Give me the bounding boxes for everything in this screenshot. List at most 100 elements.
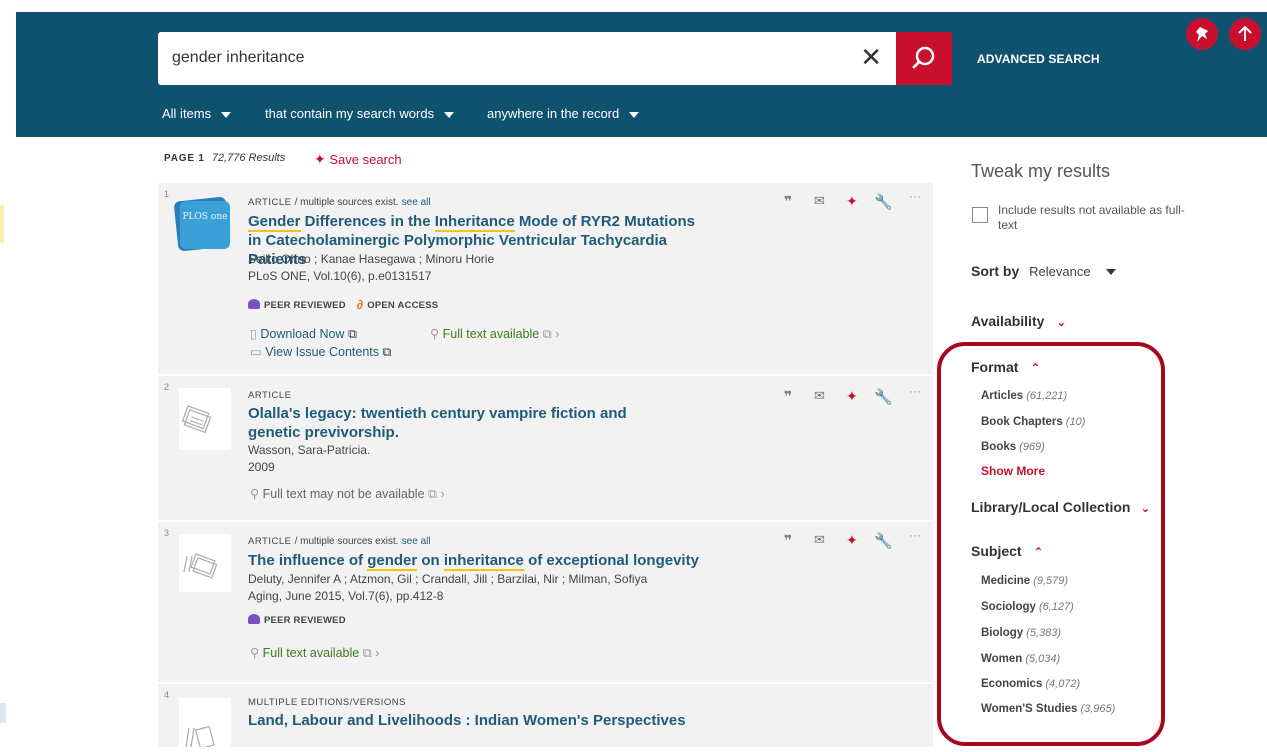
arrow-up-icon bbox=[1238, 25, 1252, 41]
results-count: 72,776 Results bbox=[211, 152, 286, 164]
result-authors: Seiko Ohno ; Kanae Hasegawa ; Minoru Hor… bbox=[248, 252, 495, 266]
left-edge-decoration bbox=[0, 703, 6, 723]
see-all-link[interactable]: see all bbox=[402, 536, 431, 547]
library-facet-toggle[interactable]: Library/Local Collection ⌄ bbox=[971, 499, 1150, 515]
advanced-search-link[interactable]: ADVANCED SEARCH bbox=[977, 52, 1100, 66]
facet-item-label: Economics bbox=[981, 678, 1043, 690]
facet-item-label: Articles bbox=[981, 390, 1024, 402]
wrench-icon[interactable]: 🔧 bbox=[874, 193, 893, 211]
show-more-link[interactable]: Show More bbox=[981, 464, 1045, 478]
include-unavailable-checkbox[interactable] bbox=[972, 207, 988, 223]
subject-label: Subject bbox=[971, 543, 1022, 559]
facet-item-articles[interactable]: Articles (61,221) bbox=[981, 390, 1067, 402]
multiple-sources-note: / multiple sources exist. bbox=[294, 197, 399, 208]
result-thumbnail[interactable] bbox=[174, 698, 234, 750]
cite-icon[interactable]: ❞ bbox=[784, 193, 792, 210]
facet-item-biology[interactable]: Biology (5,383) bbox=[981, 627, 1061, 639]
title-text: Differences in the bbox=[300, 213, 435, 230]
result-index: 1 bbox=[164, 189, 170, 199]
full-text-label: Full text may not be available bbox=[262, 487, 425, 501]
full-text-link[interactable]: ⚲ Full text available ⧉ › bbox=[250, 645, 379, 661]
email-icon[interactable]: ✉ bbox=[814, 532, 825, 548]
wrench-icon[interactable]: 🔧 bbox=[874, 388, 893, 406]
save-search-button[interactable]: ✦ Save search bbox=[314, 151, 402, 168]
result-title[interactable]: The influence of gender on inheritance o… bbox=[248, 551, 718, 571]
match-type-dropdown[interactable]: that contain my search words bbox=[265, 106, 455, 121]
result-badges: PEER REVIEWED bbox=[248, 614, 346, 626]
facet-item-label: Sociology bbox=[981, 601, 1036, 613]
result-title[interactable]: Olalla's legacy: twentieth century vampi… bbox=[248, 404, 678, 442]
search-scope-label: anywhere in the record bbox=[487, 106, 620, 121]
result-item: 2 ARTICLE Olalla's legacy: twentieth cen… bbox=[158, 376, 933, 520]
title-highlight: Inheritance bbox=[434, 213, 515, 232]
facet-item-books[interactable]: Books (969) bbox=[981, 441, 1045, 453]
result-title[interactable]: Land, Labour and Livelihoods : Indian Wo… bbox=[248, 711, 748, 730]
download-now-link[interactable]: ▯ Download Now ⧉ bbox=[250, 326, 357, 342]
subject-facet-toggle[interactable]: Subject ⌃ bbox=[971, 543, 1044, 559]
external-link-icon: ⧉ bbox=[428, 487, 437, 501]
result-thumbnail[interactable] bbox=[174, 388, 234, 450]
facet-item-womens-studies[interactable]: Women'S Studies (3,965) bbox=[981, 703, 1115, 715]
format-label: Format bbox=[971, 359, 1019, 375]
search-input[interactable]: gender inheritance ✕ bbox=[158, 32, 896, 85]
facet-item-label: Women'S Studies bbox=[981, 703, 1078, 715]
item-type-dropdown[interactable]: All items bbox=[162, 106, 232, 121]
facet-item-book-chapters[interactable]: Book Chapters (10) bbox=[981, 416, 1085, 428]
facet-item-economics[interactable]: Economics (4,072) bbox=[981, 678, 1080, 690]
result-thumbnail[interactable] bbox=[174, 534, 234, 592]
pin-icon bbox=[1196, 27, 1208, 42]
peer-reviewed-icon bbox=[248, 614, 260, 624]
result-type-label: MULTIPLE EDITIONS/VERSIONS bbox=[248, 697, 406, 708]
external-link-icon: ⧉ bbox=[362, 646, 372, 660]
open-access-icon: ∂ bbox=[356, 297, 364, 312]
facet-item-medicine[interactable]: Medicine (9,579) bbox=[981, 575, 1068, 587]
availability-facet-toggle[interactable]: Availability ⌄ bbox=[971, 313, 1066, 329]
email-icon[interactable]: ✉ bbox=[814, 193, 825, 209]
peer-reviewed-label: PEER REVIEWED bbox=[264, 300, 346, 311]
more-icon[interactable]: ··· bbox=[909, 384, 921, 398]
full-text-link[interactable]: ⚲ Full text available ⧉ › bbox=[430, 326, 559, 342]
pin-icon[interactable]: ✦ bbox=[846, 388, 858, 405]
pin-icon[interactable]: ✦ bbox=[846, 193, 858, 210]
search-scope-dropdown[interactable]: anywhere in the record bbox=[487, 106, 640, 121]
link-icon: ⚲ bbox=[250, 646, 260, 660]
issue-contents-label: View Issue Contents bbox=[265, 345, 380, 359]
search-button[interactable] bbox=[896, 32, 952, 85]
title-highlight: Gender bbox=[248, 213, 301, 232]
result-authors: Wasson, Sara-Patricia. bbox=[248, 443, 371, 457]
chevron-up-icon: ⌃ bbox=[1033, 545, 1044, 559]
email-icon[interactable]: ✉ bbox=[814, 388, 825, 404]
availability-label: Availability bbox=[971, 313, 1045, 329]
facet-item-count: (9,579) bbox=[1033, 575, 1069, 587]
chevron-down-icon bbox=[629, 111, 640, 118]
multiple-sources-note: / multiple sources exist. bbox=[294, 536, 399, 547]
chevron-down-icon: ⌄ bbox=[1056, 315, 1067, 329]
facet-item-sociology[interactable]: Sociology (6,127) bbox=[981, 601, 1074, 613]
title-text: on bbox=[417, 552, 444, 569]
title-highlight: gender bbox=[367, 552, 418, 571]
result-source: PLoS ONE, Vol.10(6), p.e0131517 bbox=[248, 269, 432, 283]
facet-item-count: (10) bbox=[1065, 416, 1086, 428]
back-to-top-button[interactable] bbox=[1229, 18, 1261, 50]
clear-search-icon[interactable]: ✕ bbox=[860, 42, 882, 72]
full-text-label: Full text available bbox=[442, 327, 540, 341]
facet-item-women[interactable]: Women (5,034) bbox=[981, 653, 1060, 665]
more-icon[interactable]: ··· bbox=[909, 189, 921, 203]
external-link-icon: ⧉ bbox=[542, 327, 552, 341]
full-text-link[interactable]: ⚲ Full text may not be available ⧉ › bbox=[250, 486, 445, 502]
cite-icon[interactable]: ❞ bbox=[784, 532, 792, 549]
see-all-link[interactable]: see all bbox=[402, 197, 431, 208]
pinned-items-button[interactable] bbox=[1186, 18, 1218, 50]
result-thumbnail[interactable]: PLOS one bbox=[174, 195, 234, 253]
wrench-icon[interactable]: 🔧 bbox=[874, 532, 893, 550]
sort-by-control[interactable]: Sort by Relevance bbox=[971, 263, 1117, 279]
format-facet-toggle[interactable]: Format ⌃ bbox=[971, 359, 1040, 375]
view-issue-contents-link[interactable]: ▭ View Issue Contents ⧉ bbox=[250, 344, 391, 360]
facet-item-count: (3,965) bbox=[1080, 703, 1116, 715]
pin-icon[interactable]: ✦ bbox=[846, 532, 858, 549]
cite-icon[interactable]: ❞ bbox=[784, 388, 792, 405]
more-icon[interactable]: ··· bbox=[909, 528, 921, 542]
facet-item-count: (969) bbox=[1019, 441, 1045, 453]
results-summary: PAGE 1 72,776 Results bbox=[164, 152, 285, 164]
result-actions: ❞ ✉ ✦ 🔧 ··· bbox=[784, 528, 934, 550]
